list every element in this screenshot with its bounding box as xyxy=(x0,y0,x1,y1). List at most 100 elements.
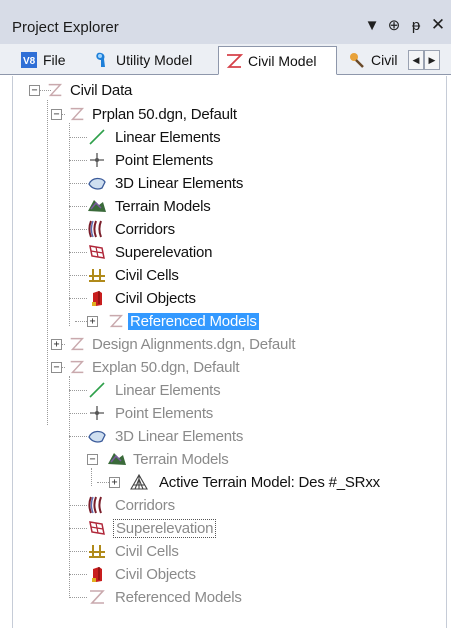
tree-item-explan-model[interactable]: Explan 50.dgn, Default xyxy=(68,356,241,378)
tree-item-civil-cells[interactable]: Civil Cells xyxy=(87,540,181,562)
tree-item-label: Civil Data xyxy=(70,81,133,99)
tree-item-label: Superelevation xyxy=(115,243,213,261)
superelevation-icon xyxy=(89,245,105,259)
civil-model-icon xyxy=(70,360,85,374)
tree-item-active-terrain-model[interactable]: Active Terrain Model: Des #_SRxx xyxy=(129,471,382,493)
civil-model-tree: − − + + − − + Civil Data Prplan 50.dgn, … xyxy=(12,76,447,628)
tree-item-label: Civil Cells xyxy=(115,266,179,284)
superelevation-icon xyxy=(89,521,105,535)
tree-item-label: Linear Elements xyxy=(115,381,221,399)
tree-item-corridors[interactable]: Corridors xyxy=(87,218,177,240)
expand-active-terrain-toggle[interactable]: + xyxy=(109,477,120,488)
tree-item-label: Civil Objects xyxy=(115,565,196,583)
tree-item-corridors[interactable]: Corridors xyxy=(87,494,177,516)
tree-item-label: Point Elements xyxy=(115,151,214,169)
tab-scroll-right[interactable]: ▶ xyxy=(424,50,440,70)
tree-item-superelevation[interactable]: Superelevation xyxy=(87,517,217,539)
tree-item-label: Active Terrain Model: Des #_SRxx xyxy=(159,473,380,491)
tab-bar: V8 File Utility Model Civil Model Civil … xyxy=(0,44,451,75)
tree-item-terrain-models[interactable]: Terrain Models xyxy=(87,195,213,217)
tab-file-label: File xyxy=(43,52,66,68)
tree-item-referenced-models[interactable]: Referenced Models xyxy=(107,310,259,332)
tree-item-label: Civil Objects xyxy=(115,289,196,307)
utility-model-icon xyxy=(96,52,105,67)
tree-item-3d-linear-elements[interactable]: 3D Linear Elements xyxy=(87,425,245,447)
civil-icon xyxy=(350,53,364,68)
tree-item-civil-objects[interactable]: Civil Objects xyxy=(87,287,198,309)
tree-item-civil-cells[interactable]: Civil Cells xyxy=(87,264,181,286)
window-title: Project Explorer xyxy=(12,19,119,36)
dropdown-icon[interactable]: ▼ xyxy=(362,14,382,36)
civil-data-icon xyxy=(48,83,63,97)
tree-item-referenced-models[interactable]: Referenced Models xyxy=(87,586,244,608)
tree-item-label: Civil Cells xyxy=(115,542,179,560)
tree-item-label-selected: Referenced Models xyxy=(128,312,259,330)
tree-item-label: 3D Linear Elements xyxy=(115,427,244,445)
tree-item-label: Corridors xyxy=(115,220,175,238)
tab-utility-model[interactable]: Utility Model xyxy=(93,47,192,73)
tree-item-civil-data[interactable]: Civil Data xyxy=(46,79,134,101)
tree-item-label-focused: Superelevation xyxy=(113,518,217,538)
tab-civil-model-label: Civil Model xyxy=(248,52,317,69)
expand-referenced-models-toggle[interactable]: + xyxy=(87,316,98,327)
point-elements-icon xyxy=(90,153,104,167)
linear-elements-icon xyxy=(89,382,105,398)
collapse-prplan-toggle[interactable]: − xyxy=(51,109,62,120)
tree-item-3d-linear-elements[interactable]: 3D Linear Elements xyxy=(87,172,245,194)
tab-utility-model-label: Utility Model xyxy=(116,52,193,68)
corridors-icon xyxy=(88,220,102,238)
tab-scroll-left[interactable]: ◀ xyxy=(408,50,424,70)
civil-objects-icon xyxy=(92,291,102,306)
close-icon[interactable]: ✕ xyxy=(428,14,448,36)
tree-item-label: 3D Linear Elements xyxy=(115,174,244,192)
tree-item-point-elements[interactable]: Point Elements xyxy=(87,149,215,171)
tree-item-civil-objects[interactable]: Civil Objects xyxy=(87,563,198,585)
collapse-explan-toggle[interactable]: − xyxy=(51,362,62,373)
tree-item-label: Point Elements xyxy=(115,404,214,422)
civil-cells-icon xyxy=(89,545,105,558)
tab-civil-label: Civil xyxy=(371,52,398,68)
point-elements-icon xyxy=(90,406,104,420)
svg-text:V8: V8 xyxy=(23,56,36,67)
tree-item-point-elements[interactable]: Point Elements xyxy=(87,402,215,424)
tree-item-label: Terrain Models xyxy=(115,197,211,215)
tree-item-label: Corridors xyxy=(115,496,175,514)
tree-item-linear-elements[interactable]: Linear Elements xyxy=(87,126,222,148)
active-terrain-model-icon xyxy=(130,473,148,490)
3d-linear-elements-icon xyxy=(88,177,106,190)
collapse-terrain-models-toggle[interactable]: − xyxy=(87,454,98,465)
tab-civil-model[interactable]: Civil Model xyxy=(218,46,337,75)
title-bar: Project Explorer ▼ ⊕ ᵽ ✕ xyxy=(0,0,451,45)
collapse-civil-data-toggle[interactable]: − xyxy=(29,85,40,96)
tab-file[interactable]: V8 File xyxy=(20,47,66,73)
tree-item-label: Terrain Models xyxy=(133,450,229,468)
referenced-models-icon xyxy=(90,590,105,604)
civil-objects-icon xyxy=(92,567,102,582)
3d-linear-elements-icon xyxy=(88,430,106,443)
linear-elements-icon xyxy=(89,129,105,145)
civil-model-icon xyxy=(70,107,85,121)
corridors-icon xyxy=(88,496,102,514)
tree-item-label: Prplan 50.dgn, Default xyxy=(92,105,237,123)
terrain-models-icon xyxy=(108,453,126,465)
project-explorer-window: Project Explorer ▼ ⊕ ᵽ ✕ V8 File Utility… xyxy=(0,0,451,635)
tab-civil[interactable]: Civil xyxy=(346,47,406,73)
terrain-models-icon xyxy=(88,200,106,212)
tree-item-prplan-model[interactable]: Prplan 50.dgn, Default xyxy=(68,103,239,125)
tree-item-label: Design Alignments.dgn, Default xyxy=(92,335,296,353)
autohide-icon[interactable]: ᵽ xyxy=(406,14,426,36)
pin-icon[interactable]: ⊕ xyxy=(384,14,404,36)
tree-item-label: Explan 50.dgn, Default xyxy=(92,358,240,376)
tree-item-label: Referenced Models xyxy=(115,588,242,606)
file-icon: V8 xyxy=(21,52,37,68)
tree-item-superelevation[interactable]: Superelevation xyxy=(87,241,214,263)
tree-item-design-alignments-model[interactable]: Design Alignments.dgn, Default xyxy=(68,333,297,355)
tree-item-terrain-models[interactable]: Terrain Models xyxy=(107,448,231,470)
civil-model-icon xyxy=(70,337,85,351)
tree-item-linear-elements[interactable]: Linear Elements xyxy=(87,379,222,401)
civil-cells-icon xyxy=(89,269,105,282)
referenced-models-icon xyxy=(109,314,124,328)
expand-design-alignments-toggle[interactable]: + xyxy=(51,339,62,350)
civil-model-icon xyxy=(226,53,243,68)
tree-item-label: Linear Elements xyxy=(115,128,221,146)
